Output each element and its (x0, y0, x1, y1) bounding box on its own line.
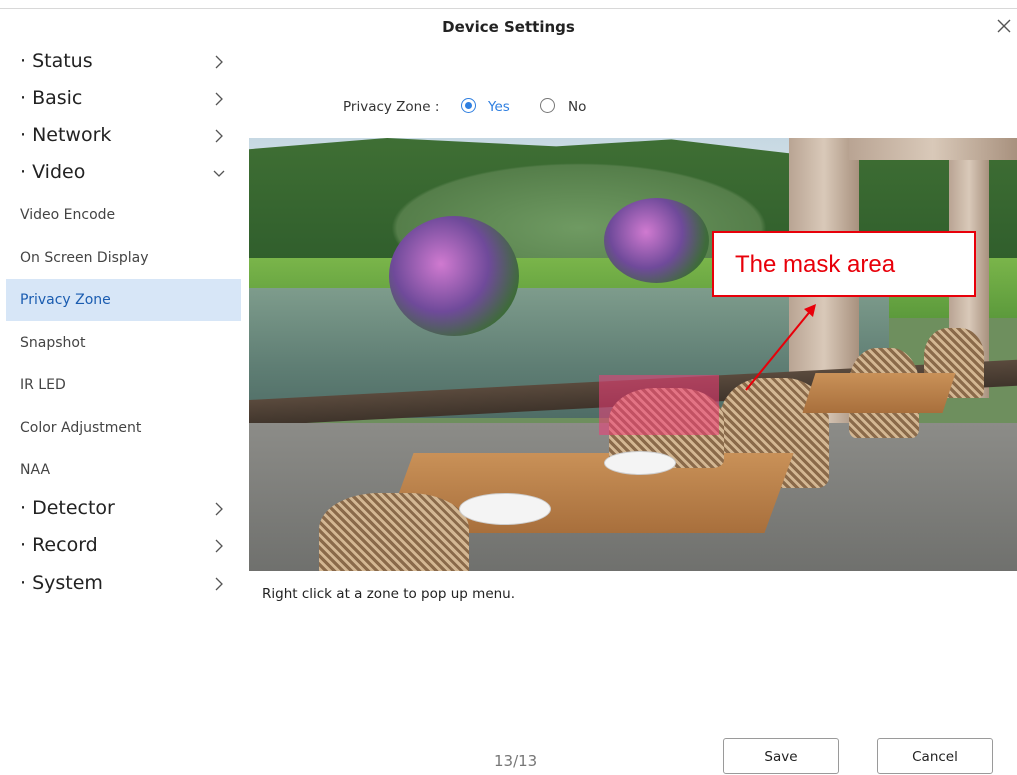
chevron-right-icon (215, 55, 223, 69)
sidebar-item-label: · Video (20, 161, 86, 183)
sidebar-item-basic[interactable]: · Basic (0, 81, 241, 119)
subitem-label: NAA (20, 462, 51, 478)
privacy-zone-yes-radio[interactable] (461, 98, 476, 113)
privacy-mask-zone[interactable] (599, 375, 719, 435)
callout-arrow-icon (745, 304, 816, 391)
sidebar-item-label: · Network (20, 124, 112, 146)
camera-preview[interactable] (249, 138, 1017, 571)
chevron-right-icon (215, 129, 223, 143)
privacy-zone-label: Privacy Zone : (343, 99, 440, 115)
sidebar-subitem-ir-led[interactable]: IR LED (6, 364, 241, 406)
mask-area-callout: The mask area (712, 231, 976, 297)
privacy-zone-no-radio[interactable] (540, 98, 555, 113)
cancel-button-label: Cancel (912, 749, 958, 765)
sidebar-item-label: · Basic (20, 87, 83, 109)
page-indicator: 13/13 (494, 752, 538, 770)
sidebar-item-label: · Status (20, 50, 93, 72)
settings-sidebar: · Status · Basic · Network · Video Video… (0, 44, 241, 604)
sidebar-item-system[interactable]: · System (0, 566, 241, 604)
hanging-flower-basket (389, 216, 519, 336)
terrace-roof-beam (849, 138, 1017, 160)
chevron-right-icon (215, 502, 223, 516)
sidebar-item-record[interactable]: · Record (0, 528, 241, 566)
sidebar-item-video[interactable]: · Video (0, 155, 241, 193)
save-button[interactable]: Save (723, 738, 839, 774)
close-icon[interactable] (993, 15, 1015, 37)
chevron-down-icon (213, 170, 225, 177)
title-bar: Device Settings (0, 8, 1017, 45)
sidebar-item-detector[interactable]: · Detector (0, 491, 241, 529)
chair (319, 493, 469, 571)
subitem-label: Video Encode (20, 207, 116, 223)
privacy-zone-hint: Right click at a zone to pop up menu. (262, 586, 516, 602)
save-button-label: Save (764, 749, 798, 765)
plate (459, 493, 551, 525)
chevron-right-icon (215, 539, 223, 553)
sidebar-item-label: · Record (20, 534, 98, 556)
sidebar-subitem-color-adjustment[interactable]: Color Adjustment (6, 407, 241, 449)
subitem-label: Color Adjustment (20, 420, 142, 436)
sidebar-subitem-privacy-zone[interactable]: Privacy Zone (6, 279, 241, 321)
sidebar-subitem-on-screen-display[interactable]: On Screen Display (6, 237, 241, 279)
sidebar-subitem-naa[interactable]: NAA (6, 449, 241, 491)
chevron-right-icon (215, 92, 223, 106)
privacy-zone-yes-label[interactable]: Yes (488, 99, 510, 115)
sidebar-item-network[interactable]: · Network (0, 118, 241, 156)
cancel-button[interactable]: Cancel (877, 738, 993, 774)
chevron-right-icon (215, 577, 223, 591)
subitem-label: On Screen Display (20, 250, 149, 266)
hanging-flower-basket (604, 198, 709, 283)
sidebar-subitem-snapshot[interactable]: Snapshot (6, 322, 241, 364)
window-title: Device Settings (442, 18, 575, 36)
subitem-label: IR LED (20, 377, 66, 393)
subitem-label: Snapshot (20, 335, 86, 351)
privacy-zone-no-label[interactable]: No (568, 99, 586, 115)
subitem-label: Privacy Zone (20, 292, 111, 308)
sidebar-item-label: · Detector (20, 497, 115, 519)
plate (604, 451, 676, 475)
sidebar-item-status[interactable]: · Status (0, 44, 241, 82)
mask-area-callout-text: The mask area (735, 251, 896, 278)
sidebar-item-label: · System (20, 572, 103, 594)
sidebar-subitem-video-encode[interactable]: Video Encode (6, 194, 241, 236)
